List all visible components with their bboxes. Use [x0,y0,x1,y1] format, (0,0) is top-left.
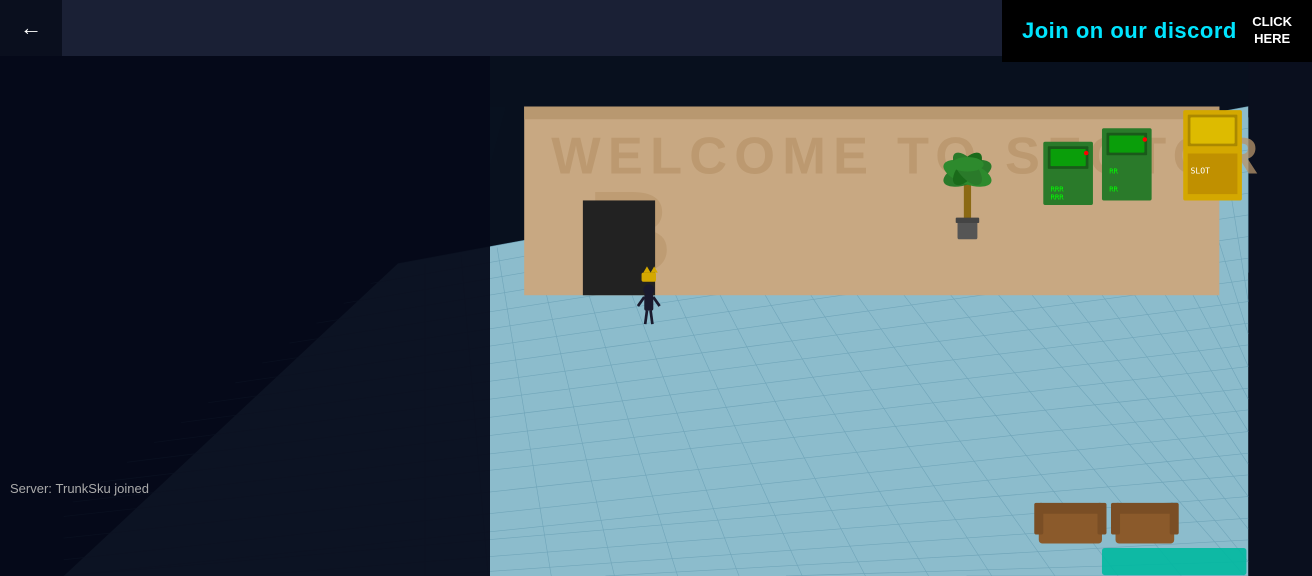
here-label: HERE [1252,31,1292,48]
svg-text:RR: RR [1109,184,1118,193]
back-arrow-icon: ← [20,15,42,41]
server-label: Server: [10,481,52,496]
back-button[interactable]: ← [0,0,62,56]
svg-text:RR: RR [1109,166,1118,175]
server-message: Server: TrunkSku joined [10,481,149,496]
svg-text:RRR: RRR [1051,193,1065,202]
left-panel [0,56,490,576]
server-join-message: TrunkSku joined [56,481,149,496]
svg-text:SLOT: SLOT [1190,165,1210,175]
click-label: CLICK [1252,14,1292,31]
discord-join-text: Join on our discord [1022,18,1237,44]
chat-log: Server: TrunkSku joined [10,481,149,496]
click-here-button[interactable]: CLICK HERE [1252,14,1292,48]
discord-banner[interactable]: Join on our discord CLICK HERE [1002,0,1312,62]
